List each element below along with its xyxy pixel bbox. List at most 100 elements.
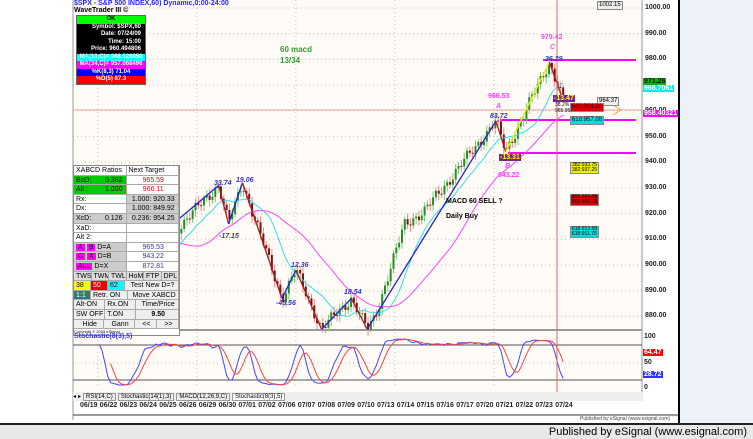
tab-stochastic-14[interactable]: Stochastic(14(1),3) [117, 392, 175, 401]
date-tick: 06/19 [80, 402, 98, 409]
price-tick: 910.00 [645, 235, 667, 243]
hide-button[interactable]: Hide [74, 319, 105, 329]
candle [497, 120, 500, 122]
candle [471, 152, 474, 154]
twm-button[interactable]: TWM [92, 271, 109, 281]
price-tick: 930.00 [645, 183, 667, 191]
alt2-label: Alt 2: [74, 233, 127, 242]
fib-618-tag: 618:957.08 [570, 116, 605, 125]
next-button[interactable]: >> [157, 319, 179, 329]
candle [344, 305, 347, 310]
date-tick: 07/24 [555, 402, 573, 409]
candle [420, 215, 423, 221]
fib-50-button[interactable]: 50 [91, 281, 108, 290]
candle [460, 165, 463, 167]
date-tick: 06/24 [139, 402, 157, 409]
date-tick: 06/25 [159, 402, 177, 409]
candle [335, 314, 338, 316]
candle [499, 121, 502, 135]
info-price: Price: 960.494806 [77, 46, 145, 54]
a-button[interactable]: A [76, 243, 85, 251]
alt-on-button[interactable]: Alt-ON [74, 300, 106, 309]
pivot-label: 36.29 [545, 56, 563, 63]
pivot-label: 18.54 [344, 289, 362, 296]
one-one-button[interactable]: 1:1 [74, 290, 91, 300]
tws-button[interactable]: TWS [74, 271, 92, 281]
candle [440, 193, 443, 195]
candle [364, 313, 367, 323]
candle [412, 218, 415, 226]
tab-scroll-left[interactable]: ◂ [73, 393, 76, 400]
alt-value: 1.000 [104, 186, 123, 194]
stoch-d-value: 64.47 [643, 349, 663, 356]
candle [437, 190, 440, 194]
point-c-label: C [550, 44, 556, 51]
bcd-target: 965.59 [126, 175, 179, 185]
time-price-button[interactable]: Time/Price [136, 300, 179, 309]
date-tick: 07/07 [297, 402, 316, 409]
publisher-text: Published by eSignal (www.esignal.com) [548, 426, 747, 438]
zigzag-segment [227, 182, 244, 225]
fib-62-button[interactable]: 62 [108, 281, 125, 290]
candle [265, 245, 268, 249]
c-button[interactable]: C [76, 253, 86, 261]
point-b-price: 943.22 [498, 172, 520, 179]
candle [446, 182, 449, 186]
step-value[interactable]: 9.50 [136, 309, 179, 319]
dpl-button[interactable]: DPL [162, 271, 179, 281]
rx-label: Rx: [74, 194, 127, 204]
candle [403, 219, 406, 230]
date-tick: 06/23 [119, 402, 138, 409]
pivot-label: -13.47 [553, 95, 575, 102]
date-tick: 07/20 [476, 402, 494, 409]
price-tick: 950.00 [645, 132, 667, 140]
candle [559, 86, 562, 88]
candle [321, 322, 324, 327]
test-new-d-button[interactable]: Test New D=? [125, 281, 179, 290]
stoch-tick-0: 0 [644, 384, 648, 391]
candle [324, 326, 327, 328]
macd-sell-note: MACD 60 SELL ? [446, 198, 503, 205]
macd-note: 60 macd [280, 45, 313, 54]
proj-label-a: D=A [97, 243, 112, 251]
t-on-button[interactable]: T.ON [105, 309, 137, 319]
gann-button[interactable]: Gann [104, 319, 135, 329]
proj-label-x: D=X [94, 262, 109, 270]
all-button[interactable]: ALL [76, 262, 93, 270]
tab-macd[interactable]: MACD(12,26,9,C) [176, 392, 231, 401]
x-button[interactable]: X [87, 253, 96, 261]
point-a-label: A [496, 103, 502, 110]
move-xabcd-button[interactable]: Move XABCD [128, 290, 179, 300]
info-symbol: Symbol: $SPX,60 [77, 23, 145, 31]
candle [211, 196, 214, 200]
rx-on-button[interactable]: Rx.ON [105, 300, 137, 309]
tab-stochastic-8[interactable]: Stochastic(8(3),5) [232, 392, 286, 401]
high-price-tag: 1002.15 [597, 1, 623, 10]
tab-scroll-right[interactable]: ▸ [78, 393, 81, 400]
home-button[interactable]: HoMe [127, 271, 144, 281]
candle [180, 228, 183, 234]
tab-rsi[interactable]: RSI(14,C) [83, 392, 116, 401]
candle [443, 185, 446, 195]
zigzag-segment [241, 182, 283, 299]
candle [191, 210, 194, 219]
twl-button[interactable]: TWL [109, 271, 127, 281]
info-date: Date: 07/24/09 [77, 31, 145, 39]
candle [333, 312, 336, 315]
ftp-button[interactable]: FTP [144, 271, 162, 281]
chart-title: $SPX - S&P 500 INDEX,60) Dynamic,0:00-24… [74, 0, 229, 7]
candle [466, 150, 469, 159]
stoch-k-value: 28.72 [643, 371, 663, 378]
dx-target: 1.000: 849.92 [126, 204, 179, 213]
b-button[interactable]: B [86, 243, 96, 251]
retr-button[interactable]: Retr. ON [91, 290, 129, 300]
candle [389, 268, 392, 282]
candle [392, 253, 395, 269]
candle [406, 219, 409, 225]
fib-38-button[interactable]: 38 [74, 281, 91, 290]
price-tick: 980.00 [645, 55, 667, 63]
prev-button[interactable]: << [135, 319, 157, 329]
sw-off-button[interactable]: SW OFF [74, 309, 106, 319]
candle [398, 242, 401, 248]
proj-label-b: D=B [97, 253, 112, 261]
